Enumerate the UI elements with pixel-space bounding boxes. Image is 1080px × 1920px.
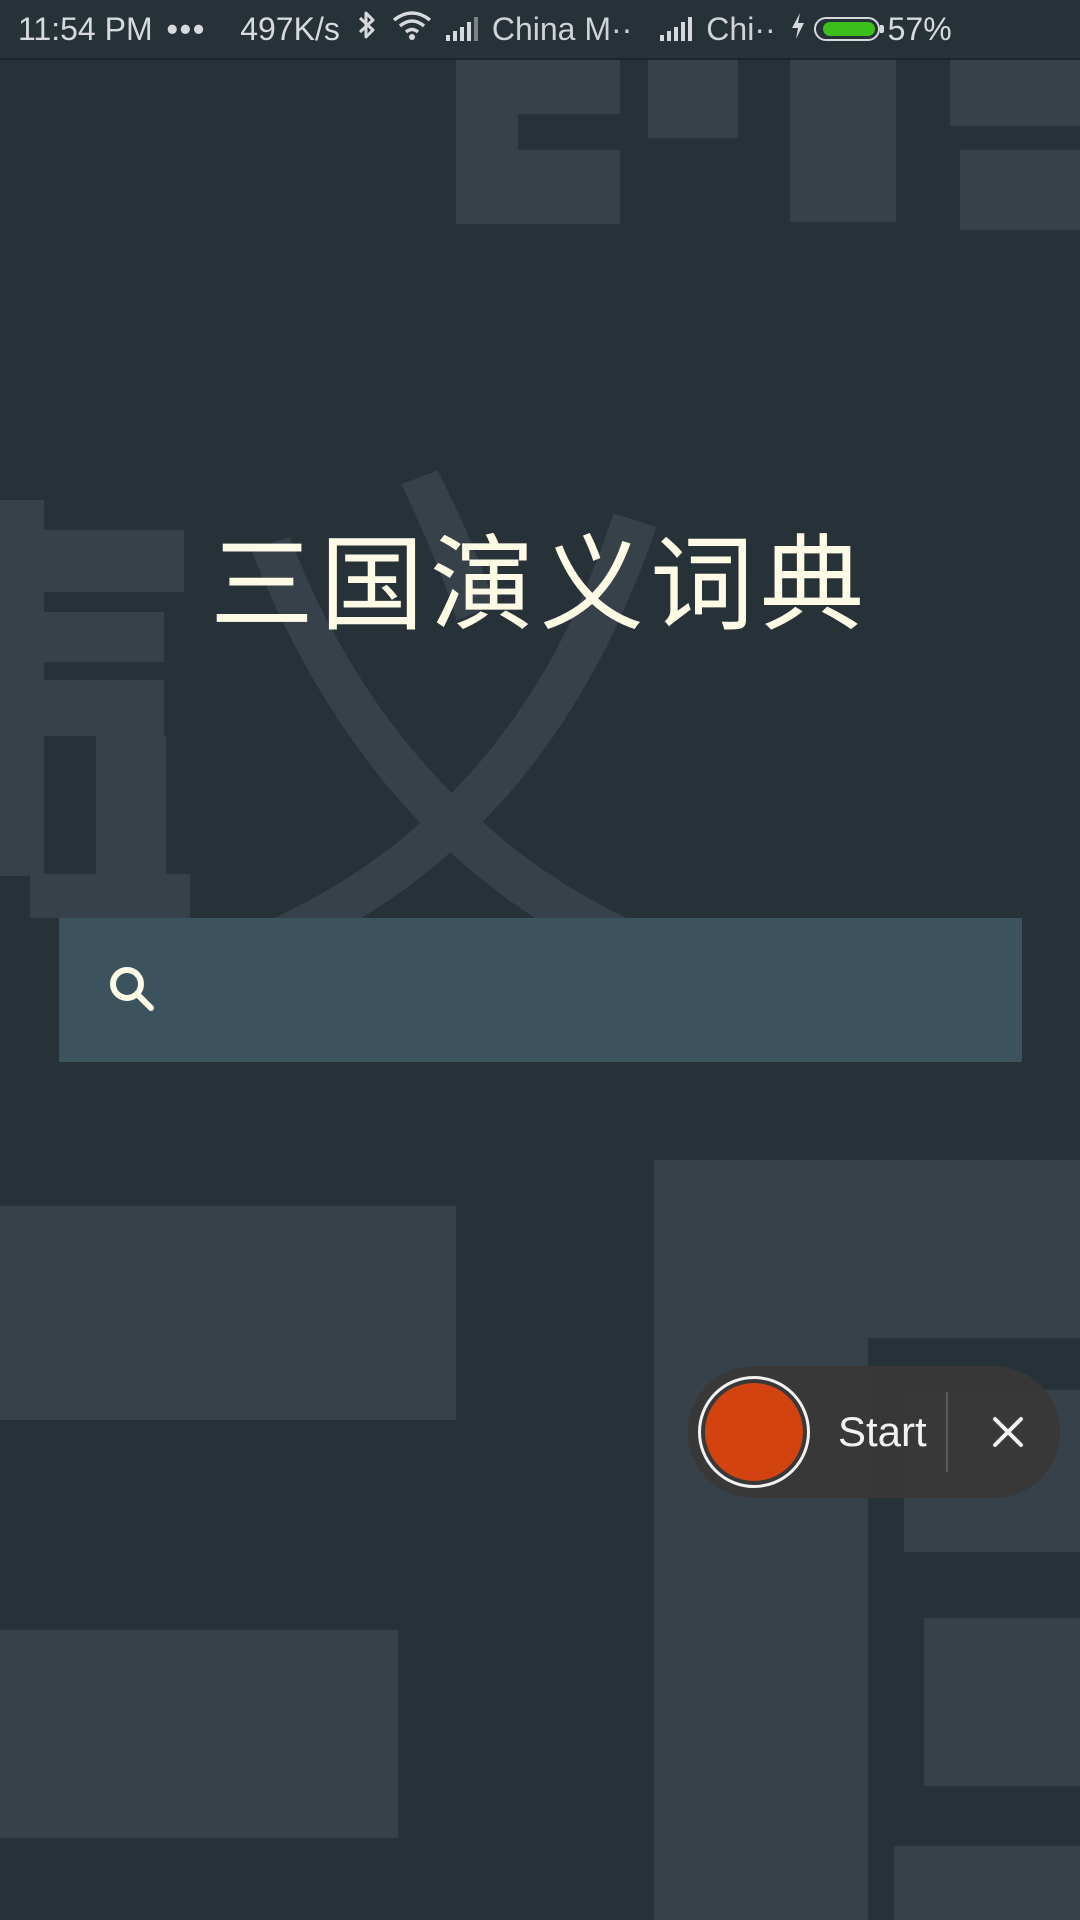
more-notifications-indicator: ••• <box>166 10 207 47</box>
carrier-1-label: China M·· <box>491 10 633 47</box>
status-time: 11:54 PM <box>18 10 153 47</box>
charging-icon <box>790 11 806 48</box>
bluetooth-icon <box>356 9 378 49</box>
divider <box>946 1392 948 1472</box>
search-input[interactable] <box>183 917 1022 1063</box>
search-bar[interactable] <box>59 917 1022 1063</box>
wifi-icon <box>392 10 432 48</box>
battery-icon <box>813 17 884 41</box>
close-icon[interactable] <box>978 1402 1038 1462</box>
screen-recorder-widget[interactable]: Start <box>688 1366 1060 1498</box>
carrier-2-label: Chi·· <box>706 10 776 47</box>
status-bar: 11:54 PM ••• 497K/s China M·· Chi·· 57% <box>0 0 1080 60</box>
app-title: 三国演义词典 <box>209 524 870 646</box>
signal-icon <box>445 17 478 41</box>
battery-percent: 57% <box>887 10 952 47</box>
start-recording-button[interactable]: Start <box>838 1366 927 1498</box>
signal-icon <box>660 17 693 41</box>
record-icon <box>705 1383 803 1481</box>
app-screen: 义 11:54 PM ••• 497K/s China M·· Chi·· 57… <box>0 0 1080 1920</box>
record-button[interactable] <box>698 1376 810 1488</box>
search-icon <box>103 960 163 1020</box>
network-speed: 497K/s <box>240 10 340 47</box>
